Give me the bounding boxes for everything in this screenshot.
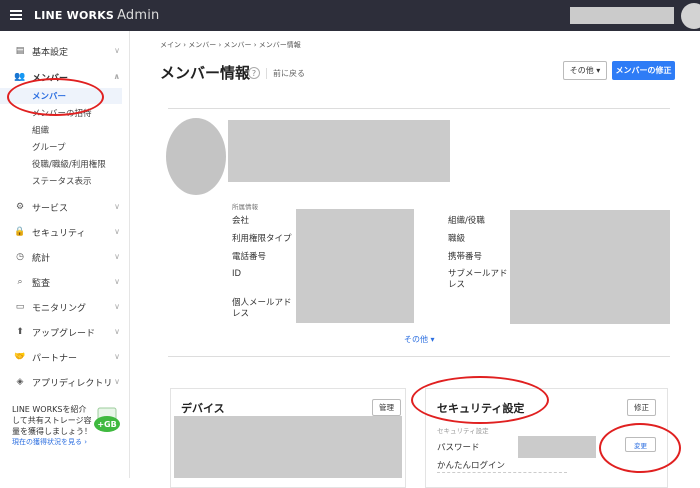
page-title: メンバー情報 — [160, 64, 251, 82]
sidebar-item-statistics[interactable]: ◷ 統計 ∨ — [0, 248, 130, 266]
security-edit-button[interactable]: 修正 — [627, 399, 656, 416]
divider — [168, 108, 670, 109]
easy-login-label: かんたんログイン — [437, 461, 506, 471]
other-button[interactable]: その他 ▾ — [563, 61, 607, 80]
sidebar-subitem-members[interactable]: メンバー — [0, 88, 122, 104]
chevron-down-icon: ∨ — [114, 302, 120, 311]
sidebar-subitem-roles[interactable]: 役職/職級/利用権限 — [0, 156, 122, 172]
field-label-phone: 電話番号 — [232, 252, 267, 262]
chevron-down-icon: ∨ — [114, 277, 120, 286]
field-label-id: ID — [232, 269, 242, 279]
breadcrumb[interactable]: メイン › メンバー › メンバー › メンバー情報 — [160, 40, 301, 50]
menu-icon[interactable] — [10, 10, 22, 20]
field-label-grade: 職級 — [448, 234, 466, 244]
chevron-down-icon: ∨ — [114, 252, 120, 261]
help-icon[interactable]: ? — [248, 67, 260, 79]
sidebar-item-partner[interactable]: 🤝 パートナー ∨ — [0, 348, 130, 366]
redacted-name — [228, 120, 450, 182]
chevron-down-icon: ∨ — [114, 202, 120, 211]
sidebar-item-audit[interactable]: ⌕ 監査 ∨ — [0, 273, 130, 291]
app-logo[interactable]: LINE WORKS Admin — [34, 8, 160, 23]
sidebar-item-upgrade[interactable]: ⬆ アップグレード ∨ — [0, 323, 130, 341]
field-label-sub-email: サブメールアドレス — [448, 269, 508, 290]
more-link[interactable]: その他 ▾ — [404, 334, 435, 345]
field-label-personal-email: 個人メールアドレス — [232, 298, 292, 319]
upgrade-icon: ⬆ — [16, 327, 24, 337]
security-title: セキュリティ設定 — [437, 402, 525, 415]
edit-member-button[interactable]: メンバーの修正 — [612, 61, 675, 80]
building-icon: ▤ — [15, 46, 25, 56]
sidebar-item-members[interactable]: 👥 メンバー ∧ — [0, 68, 130, 86]
promo-link[interactable]: 現在の獲得状況を見る › — [12, 437, 122, 448]
lock-icon: 🔒 — [14, 227, 26, 237]
security-sub-label: セキュリティ設定 — [437, 427, 489, 435]
chevron-up-icon: ∧ — [113, 72, 121, 81]
chevron-down-icon: ∨ — [114, 377, 120, 386]
redacted-right-values — [510, 210, 670, 324]
search-doc-icon: ⌕ — [17, 277, 23, 287]
sidebar-subitem-groups[interactable]: グループ — [0, 139, 122, 155]
people-icon: 👥 — [14, 72, 26, 82]
change-password-button[interactable]: 変更 — [625, 437, 656, 452]
sidebar-item-monitoring[interactable]: ▭ モニタリング ∨ — [0, 298, 130, 316]
section-label: 所属情報 — [232, 203, 258, 211]
sidebar-item-basic-settings[interactable]: ▤ 基本設定 ∨ — [0, 42, 130, 60]
field-label-mobile: 携帯番号 — [448, 252, 483, 262]
back-link[interactable]: 前に戻る — [266, 68, 305, 79]
redacted-left-values — [296, 209, 414, 323]
redacted-password-value — [518, 436, 596, 458]
chevron-down-icon: ∨ — [114, 327, 120, 336]
sidebar-subitem-invite[interactable]: メンバーの招待 — [0, 105, 122, 121]
sidebar-item-security[interactable]: 🔒 セキュリティ ∨ — [0, 223, 130, 241]
device-title: デバイス — [181, 402, 225, 415]
gear-icon: ⚙ — [15, 202, 25, 212]
promo-text: LINE WORKSを紹介して共有ストレージ容量を獲得しましょう！ — [12, 405, 92, 436]
clock-icon: ◷ — [16, 252, 24, 262]
profile-photo — [166, 118, 226, 195]
sidebar-item-app-directory[interactable]: ◈ アプリディレクトリ ∨ — [0, 373, 130, 391]
manage-button[interactable]: 管理 — [372, 399, 401, 416]
monitor-icon: ▭ — [15, 302, 25, 312]
sidebar-subitem-status[interactable]: ステータス表示 — [0, 173, 122, 189]
cloud-gb-icon: +GB — [94, 407, 120, 432]
top-bar: LINE WORKS Admin — [0, 0, 700, 31]
badge-text: +GB — [97, 420, 116, 429]
field-label-permission-type: 利用権限タイプ — [232, 234, 292, 244]
avatar[interactable] — [681, 3, 700, 29]
sidebar-subitem-organization[interactable]: 組織 — [0, 122, 122, 138]
field-label-company: 会社 — [232, 216, 250, 226]
sidebar-item-services[interactable]: ⚙ サービス ∨ — [0, 198, 130, 216]
chevron-down-icon: ∨ — [114, 46, 120, 55]
handshake-icon: 🤝 — [14, 352, 26, 362]
redacted-device-list — [174, 416, 402, 478]
layers-icon: ◈ — [16, 377, 24, 387]
field-label-org-position: 組織/役職 — [448, 216, 485, 226]
truncated-row — [437, 472, 567, 478]
redacted-user-info — [570, 7, 674, 24]
divider — [168, 356, 670, 357]
password-label: パスワード — [437, 443, 480, 453]
chevron-down-icon: ∨ — [114, 352, 120, 361]
chevron-down-icon: ∨ — [114, 227, 120, 236]
